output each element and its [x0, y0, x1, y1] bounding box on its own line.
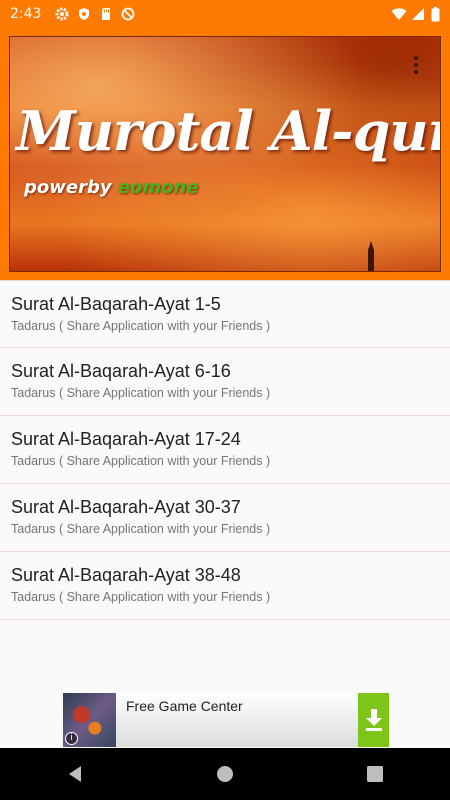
list-item-title: Surat Al-Baqarah-Ayat 30-37	[11, 497, 241, 517]
back-icon[interactable]	[51, 754, 99, 794]
banner-sub-prefix: powerby	[24, 177, 112, 198]
status-time: 2:43	[10, 6, 42, 22]
status-notification-icons	[55, 7, 135, 21]
list-item-subtitle: Tadarus ( Share Application with your Fr…	[11, 454, 271, 468]
list-item[interactable]: Surat Al-Baqarah-Ayat 6-16 Tadarus ( Sha…	[0, 348, 450, 416]
ad-thumbnail[interactable]: i	[63, 693, 116, 747]
list-item-subtitle: Tadarus ( Share Application with your Fr…	[11, 386, 271, 400]
banner-subtitle: powerby eomone	[24, 177, 199, 198]
banner-title: Murotal Al-quran	[16, 99, 440, 163]
recents-icon[interactable]	[351, 754, 399, 794]
status-bar: 2:43	[0, 0, 450, 28]
settings-icon	[55, 7, 69, 21]
minaret-silhouette	[368, 241, 374, 271]
list-item-title: Surat Al-Baqarah-Ayat 17-24	[11, 429, 241, 449]
list-item-subtitle: Tadarus ( Share Application with your Fr…	[11, 522, 271, 536]
list-item-subtitle: Tadarus ( Share Application with your Fr…	[11, 319, 271, 333]
ad-banner[interactable]: i Free Game Center	[63, 693, 389, 747]
ad-info-icon[interactable]: i	[65, 732, 78, 745]
battery-icon	[431, 7, 440, 22]
banner-image: Murotal Al-quran powerby eomone	[9, 36, 441, 272]
sd-card-icon	[99, 7, 113, 21]
banner-sub-brand: eomone	[117, 177, 199, 198]
no-data-icon	[121, 7, 135, 21]
ad-title[interactable]: Free Game Center	[116, 693, 358, 747]
signal-icon	[411, 7, 425, 21]
wifi-icon	[391, 7, 407, 21]
app-header: Murotal Al-quran powerby eomone	[0, 28, 450, 280]
list-item-title: Surat Al-Baqarah-Ayat 38-48	[11, 565, 241, 585]
list-item[interactable]: Surat Al-Baqarah-Ayat 38-48 Tadarus ( Sh…	[0, 552, 450, 620]
download-icon[interactable]	[358, 693, 389, 747]
list-item[interactable]: Surat Al-Baqarah-Ayat 17-24 Tadarus ( Sh…	[0, 416, 450, 484]
system-nav-bar	[0, 748, 450, 800]
list-item-subtitle: Tadarus ( Share Application with your Fr…	[11, 590, 271, 604]
list-item[interactable]: Surat Al-Baqarah-Ayat 1-5 Tadarus ( Shar…	[0, 280, 450, 348]
surah-list: Surat Al-Baqarah-Ayat 1-5 Tadarus ( Shar…	[0, 280, 450, 620]
list-item-title: Surat Al-Baqarah-Ayat 6-16	[11, 361, 231, 381]
more-vert-icon[interactable]	[406, 51, 426, 79]
list-item[interactable]: Surat Al-Baqarah-Ayat 30-37 Tadarus ( Sh…	[0, 484, 450, 552]
home-icon[interactable]	[201, 754, 249, 794]
status-system-icons	[391, 7, 440, 22]
shield-icon	[77, 7, 91, 21]
list-item-title: Surat Al-Baqarah-Ayat 1-5	[11, 294, 221, 314]
